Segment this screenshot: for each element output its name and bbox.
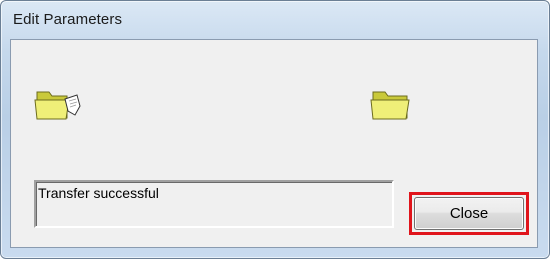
title-bar[interactable]: Edit Parameters [1,1,549,39]
folder-icon [369,84,417,122]
window-title: Edit Parameters [13,11,123,28]
folder-with-document-icon [33,84,81,122]
status-field: Transfer successful [34,180,394,228]
close-button[interactable]: Close [414,197,524,230]
dialog-body: Transfer successful Close [10,39,538,248]
dialog-window: Edit Parameters Transfer successful Clos… [0,0,550,259]
